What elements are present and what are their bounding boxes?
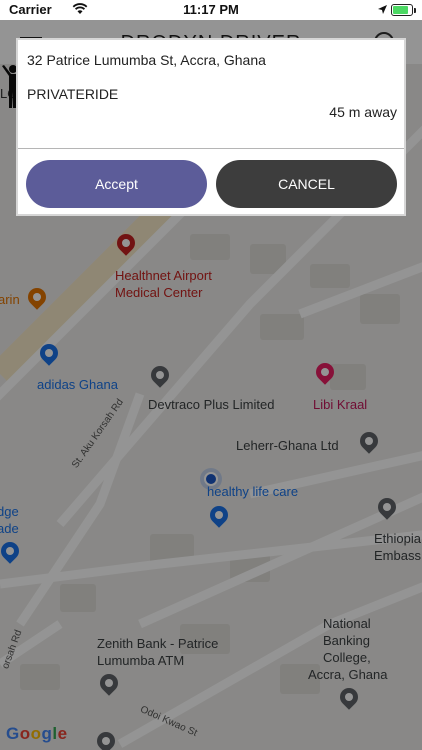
- battery-icon: [391, 4, 413, 16]
- dialog-divider: [18, 148, 404, 149]
- battery-level: [393, 6, 408, 14]
- ride-type: PRIVATERIDE: [27, 86, 119, 102]
- pickup-distance: 45 m away: [329, 104, 397, 120]
- pickup-address: 32 Patrice Lumumba St, Accra, Ghana: [27, 52, 266, 68]
- status-bar: Carrier 11:17 PM: [0, 0, 422, 20]
- accept-button[interactable]: Accept: [26, 160, 207, 208]
- clock-label: 11:17 PM: [183, 2, 239, 17]
- location-arrow-icon: [378, 5, 387, 14]
- battery-nub: [414, 8, 416, 13]
- ride-request-dialog: 32 Patrice Lumumba St, Accra, Ghana PRIV…: [16, 38, 406, 216]
- cancel-button[interactable]: CANCEL: [216, 160, 397, 208]
